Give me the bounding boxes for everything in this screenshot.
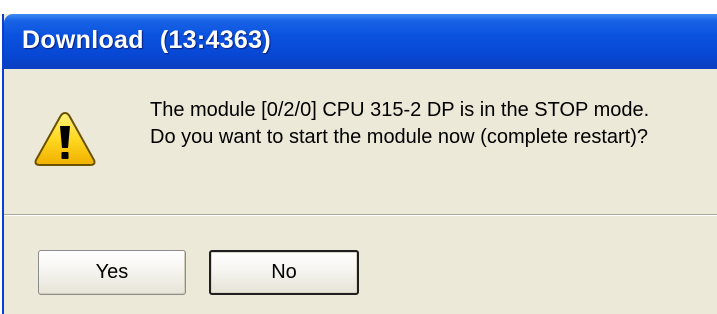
yes-button[interactable]: Yes bbox=[38, 250, 186, 295]
dialog-title-id: (13:4363) bbox=[159, 26, 271, 54]
dialog-message: The module [0/2/0] CPU 315-2 DP is in th… bbox=[150, 97, 649, 151]
dialog-title-name: Download bbox=[22, 26, 144, 54]
separator-line bbox=[4, 214, 717, 216]
message-line-1: The module [0/2/0] CPU 315-2 DP is in th… bbox=[150, 99, 650, 121]
message-line-2: Do you want to start the module now (com… bbox=[150, 126, 649, 148]
dialog-titlebar[interactable]: Download (13:4363) bbox=[4, 14, 717, 69]
warning-icon bbox=[34, 111, 96, 166]
dialog-title: Download (13:4363) bbox=[22, 26, 271, 55]
no-button[interactable]: No bbox=[209, 250, 359, 295]
download-dialog: Download (13:4363) The module [0/2/0] CPU… bbox=[2, 14, 717, 314]
